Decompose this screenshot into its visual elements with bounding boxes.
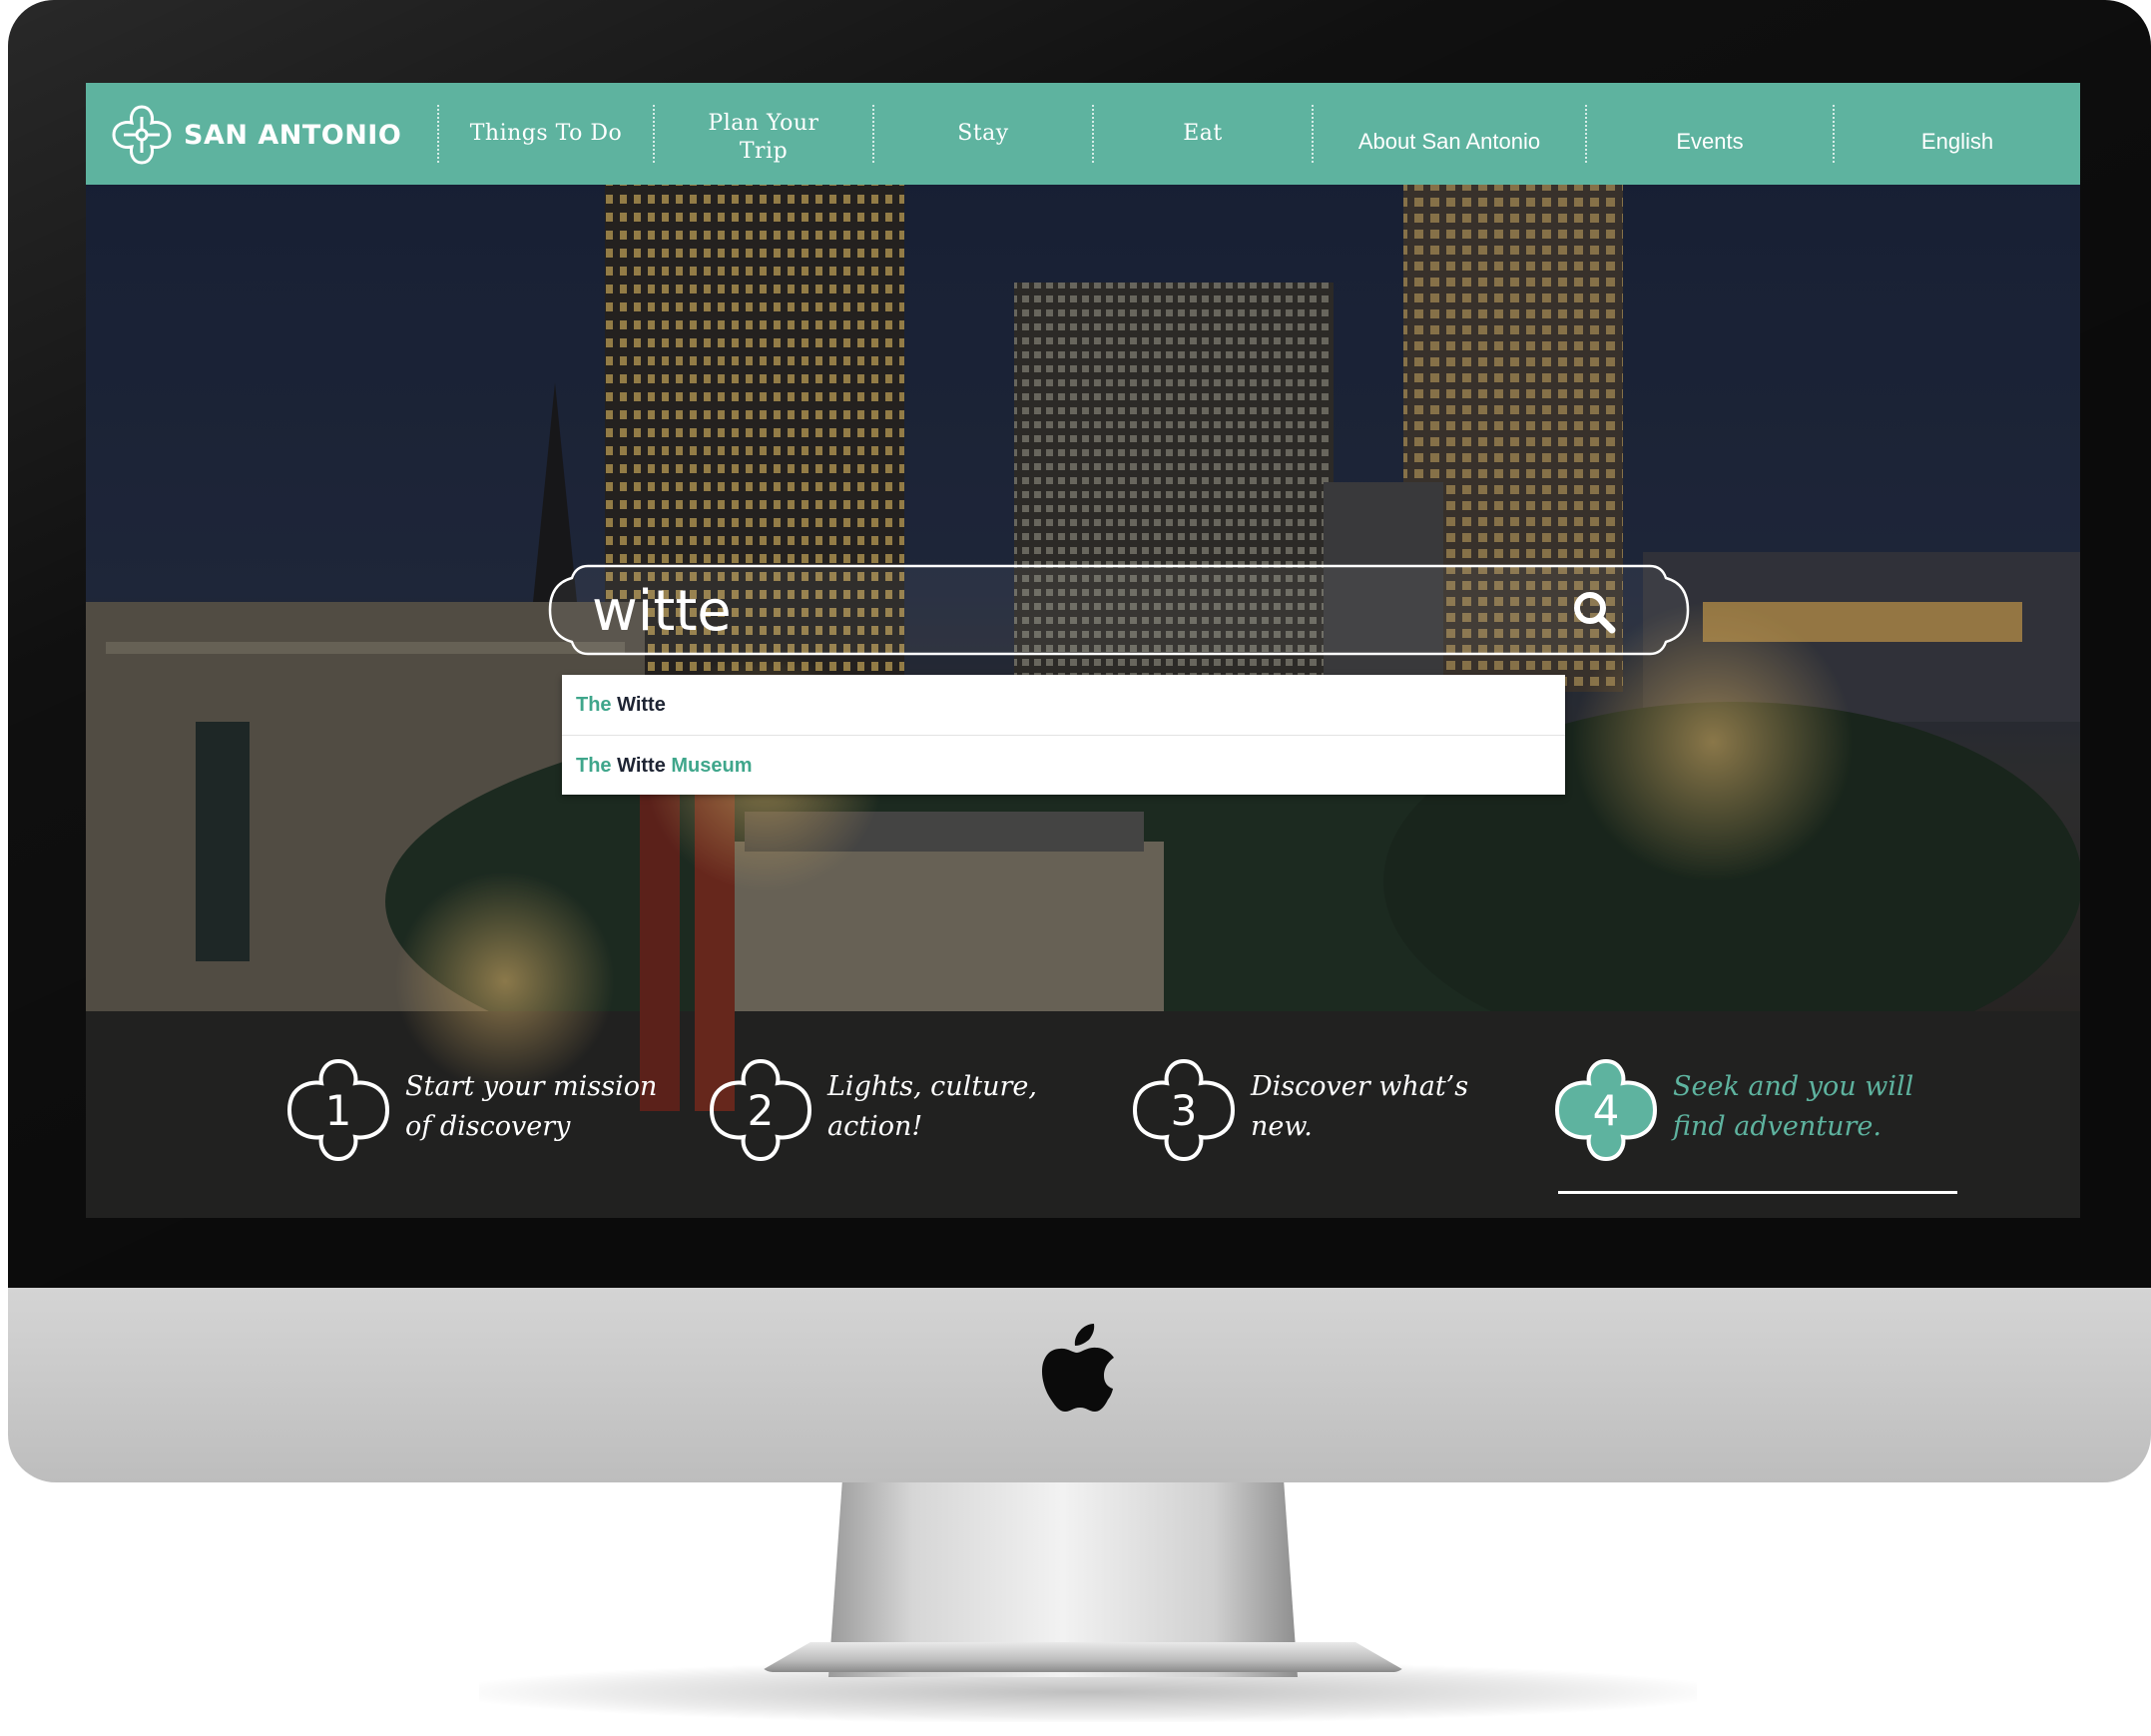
suggestion-match: Witte [617, 693, 666, 716]
step-text: Start your mission of discovery [405, 1071, 658, 1142]
nav-plan-your-trip[interactable]: Plan Your Trip [655, 83, 872, 189]
step-2[interactable]: 2 Lights, culture, action! [708, 1057, 1127, 1167]
step-1[interactable]: 1 Start your mission of discovery [285, 1057, 705, 1167]
step-number: 1 [324, 1085, 352, 1135]
nav-about[interactable]: About San Antonio [1314, 83, 1585, 193]
suggestion-item[interactable]: The Witte Museum [562, 735, 1565, 796]
step-text: Lights, culture, action! [827, 1071, 1037, 1142]
step-number: 3 [1170, 1085, 1198, 1135]
suggestion-prefix: The [576, 693, 612, 716]
logo-text: SAN ANTONIO [184, 119, 402, 151]
browser-screen: SAN ANTONIO Things To Do Plan Your Trip … [86, 83, 2080, 1218]
quatrefoil-logo-icon [112, 105, 172, 165]
search-icon[interactable] [1570, 588, 1618, 636]
step-4[interactable]: 4 Seek and you will find adventure. [1553, 1057, 1972, 1167]
search-bar [540, 560, 1698, 660]
nav-stay[interactable]: Stay [874, 83, 1092, 185]
site-header: SAN ANTONIO Things To Do Plan Your Trip … [86, 83, 2080, 185]
suggestion-prefix: The [576, 754, 612, 777]
step-3[interactable]: 3 Discover what’s new. [1131, 1057, 1550, 1167]
nav-eat[interactable]: Eat [1094, 83, 1312, 185]
step-number: 2 [747, 1085, 775, 1135]
suggestion-suffix: Museum [671, 754, 753, 777]
step-text: Seek and you will find adventure. [1673, 1071, 1914, 1142]
step-number: 4 [1592, 1085, 1620, 1135]
nav-things-to-do[interactable]: Things To Do [439, 83, 653, 185]
search-input[interactable] [590, 576, 1492, 646]
apple-icon [1042, 1324, 1114, 1412]
suggestion-item[interactable]: The Witte [562, 675, 1565, 735]
step-text: Discover what’s new. [1251, 1071, 1469, 1142]
imac-stand-base [759, 1642, 1407, 1672]
active-step-indicator [1558, 1191, 1957, 1194]
nav-plan-your-trip-label: Plan Your Trip [708, 111, 819, 164]
nav-events[interactable]: Events [1587, 83, 1833, 193]
suggestion-match: Witte [617, 754, 666, 777]
nav-language[interactable]: English [1835, 83, 2080, 193]
site-logo[interactable]: SAN ANTONIO [110, 103, 401, 167]
search-suggestions: The Witte The Witte Museum [562, 675, 1565, 795]
